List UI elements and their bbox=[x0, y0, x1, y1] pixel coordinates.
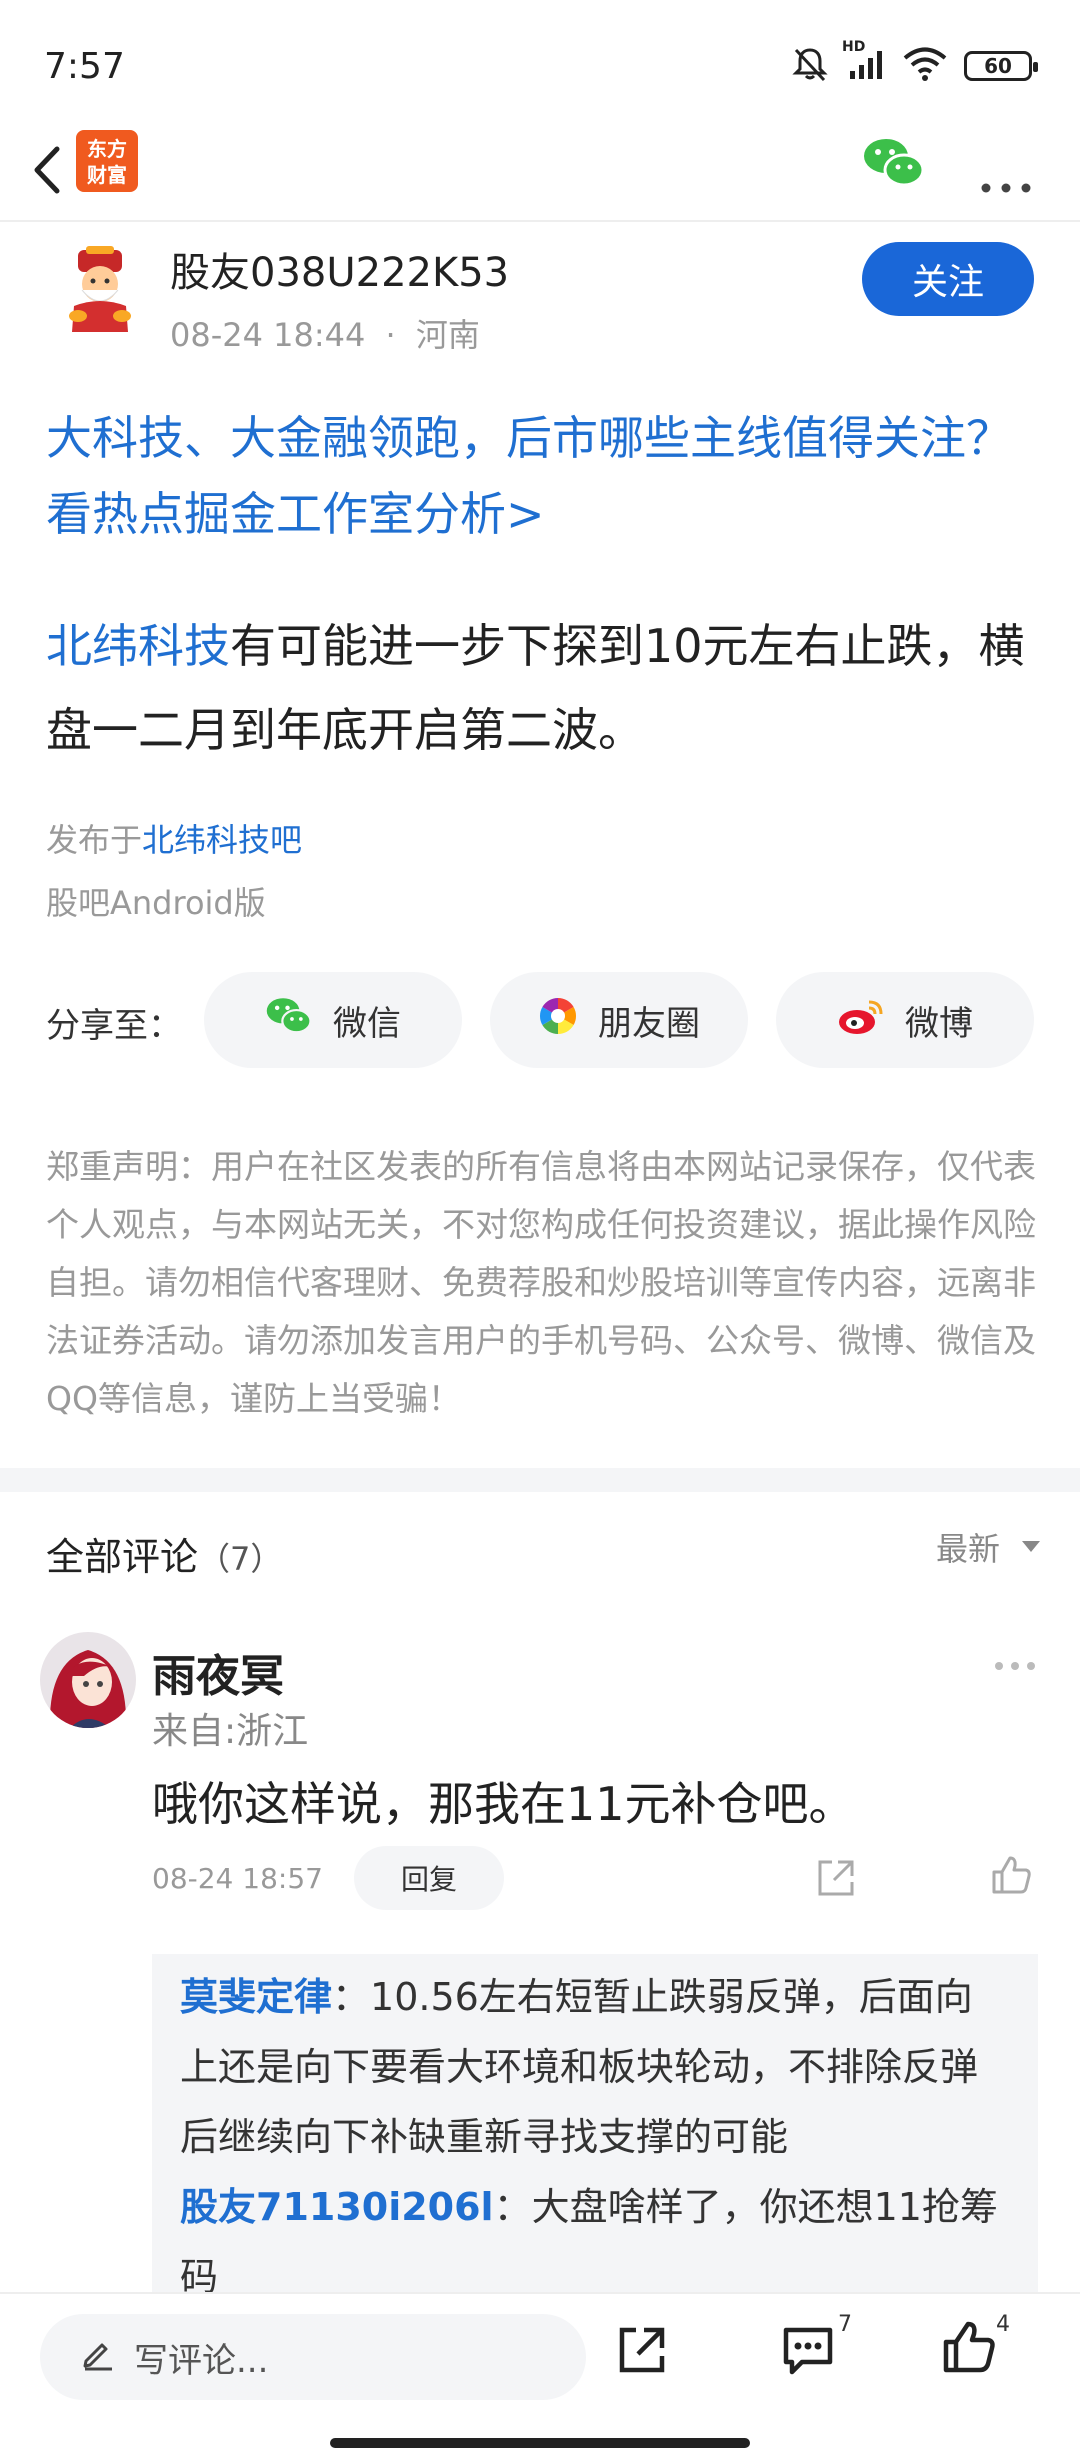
reply-author[interactable]: 股友71130i206l bbox=[180, 2185, 494, 2229]
share-weibo-button[interactable]: 微博 bbox=[776, 972, 1034, 1068]
comments-count: （7） bbox=[198, 1540, 283, 1578]
published-prefix: 发布于 bbox=[46, 821, 143, 859]
post-meta: 08-24 18:44 · 河南 bbox=[170, 310, 480, 356]
comments-title: 全部评论 bbox=[46, 1535, 199, 1579]
comment-input[interactable]: 写评论... bbox=[40, 2314, 586, 2400]
more-menu-icon[interactable] bbox=[980, 158, 1032, 204]
status-icons: HD 60 bbox=[790, 39, 1038, 88]
comment-more-icon[interactable] bbox=[994, 1640, 1036, 1680]
share-weibo-label: 微博 bbox=[905, 1003, 973, 1044]
like-count-badge: 4 bbox=[996, 2312, 1010, 2337]
comment-icon[interactable] bbox=[780, 2322, 836, 2382]
stock-link[interactable]: 北纬科技 bbox=[46, 619, 230, 673]
weibo-icon bbox=[837, 996, 885, 1045]
battery-icon: 60 bbox=[964, 51, 1038, 81]
reply-item[interactable]: 股友71130i206l：大盘啥样了，你还想11抢筹码 bbox=[180, 2172, 1010, 2294]
meta-separator: · bbox=[385, 316, 396, 354]
comment-like-icon[interactable] bbox=[988, 1852, 1034, 1902]
reply-thread: 莫斐定律：10.56左右短暂止跌弱反弹，后面向上还是向下要看大环境和板块轮动，不… bbox=[152, 1954, 1038, 2294]
top-nav: 东方 财富 bbox=[0, 118, 1080, 222]
reply-item[interactable]: 莫斐定律：10.56左右短暂止跌弱反弹，后面向上还是向下要看大环境和板块轮动，不… bbox=[180, 1962, 1010, 2172]
share-label: 分享至： bbox=[46, 1006, 182, 1046]
share-moments-label: 朋友圈 bbox=[598, 1003, 700, 1044]
reply-author[interactable]: 莫斐定律 bbox=[180, 1975, 332, 2019]
disclaimer: 郑重声明：用户在社区发表的所有信息将由本网站记录保存，仅代表个人观点，与本网站无… bbox=[46, 1147, 1036, 1418]
bottom-bar: 写评论... 7 4 bbox=[0, 2292, 1080, 2460]
promo-link[interactable]: 大科技、大金融领跑，后市哪些主线值得关注？看热点掘金工作室分析> bbox=[46, 400, 1036, 552]
commenter-name[interactable]: 雨夜冥 bbox=[152, 1640, 284, 1704]
published-in: 发布于北纬科技吧 bbox=[46, 815, 302, 861]
commenter-location: 来自:浙江 bbox=[152, 1711, 309, 1752]
comments-header: 全部评论（7） bbox=[46, 1526, 282, 1581]
wechat-icon bbox=[265, 996, 313, 1045]
wechat-share-icon[interactable] bbox=[862, 136, 926, 194]
share-icon[interactable] bbox=[614, 2322, 670, 2382]
author-location: 河南 bbox=[415, 316, 480, 354]
logo-line1: 东方 bbox=[87, 137, 127, 161]
signal-icon: HD bbox=[842, 39, 886, 85]
app-logo: 东方 财富 bbox=[76, 130, 138, 192]
comment-share-icon[interactable] bbox=[814, 1856, 858, 1904]
share-wechat-button[interactable]: 微信 bbox=[204, 972, 462, 1068]
follow-button[interactable]: 关注 bbox=[862, 242, 1034, 316]
moments-icon bbox=[538, 996, 578, 1045]
post-date: 08-24 18:44 bbox=[170, 316, 366, 354]
share-moments-button[interactable]: 朋友圈 bbox=[490, 972, 748, 1068]
author-avatar[interactable] bbox=[56, 246, 144, 334]
comment-input-placeholder: 写评论... bbox=[134, 2340, 269, 2381]
sort-dropdown[interactable]: 最新 bbox=[936, 1524, 1000, 1570]
wifi-icon bbox=[902, 47, 948, 85]
logo-line2: 财富 bbox=[87, 163, 127, 187]
author-name[interactable]: 股友038U222K53 bbox=[170, 240, 509, 298]
section-divider bbox=[0, 1468, 1080, 1492]
commenter-avatar[interactable] bbox=[40, 1632, 136, 1728]
caret-down-icon[interactable] bbox=[1022, 1534, 1040, 1558]
comment-time: 08-24 18:57 bbox=[152, 1862, 323, 1895]
share-wechat-label: 微信 bbox=[333, 1003, 401, 1044]
like-icon[interactable] bbox=[940, 2318, 998, 2380]
status-time: 7:57 bbox=[44, 46, 125, 87]
pencil-icon bbox=[80, 2335, 116, 2380]
back-button[interactable] bbox=[22, 140, 72, 200]
reply-button[interactable]: 回复 bbox=[354, 1846, 504, 1910]
mute-icon bbox=[790, 44, 830, 88]
network-label: HD bbox=[842, 39, 866, 55]
comment-text: 哦你这样说，那我在11元补仓吧。 bbox=[152, 1777, 855, 1831]
client-label: 股吧Android版 bbox=[46, 884, 266, 922]
comment-count-badge: 7 bbox=[838, 2312, 852, 2337]
home-indicator[interactable] bbox=[330, 2438, 750, 2448]
stock-bar-link[interactable]: 北纬科技吧 bbox=[142, 821, 302, 859]
post-body: 北纬科技有可能进一步下探到10元左右止跌，横盘一二月到年底开启第二波。 bbox=[46, 604, 1036, 772]
